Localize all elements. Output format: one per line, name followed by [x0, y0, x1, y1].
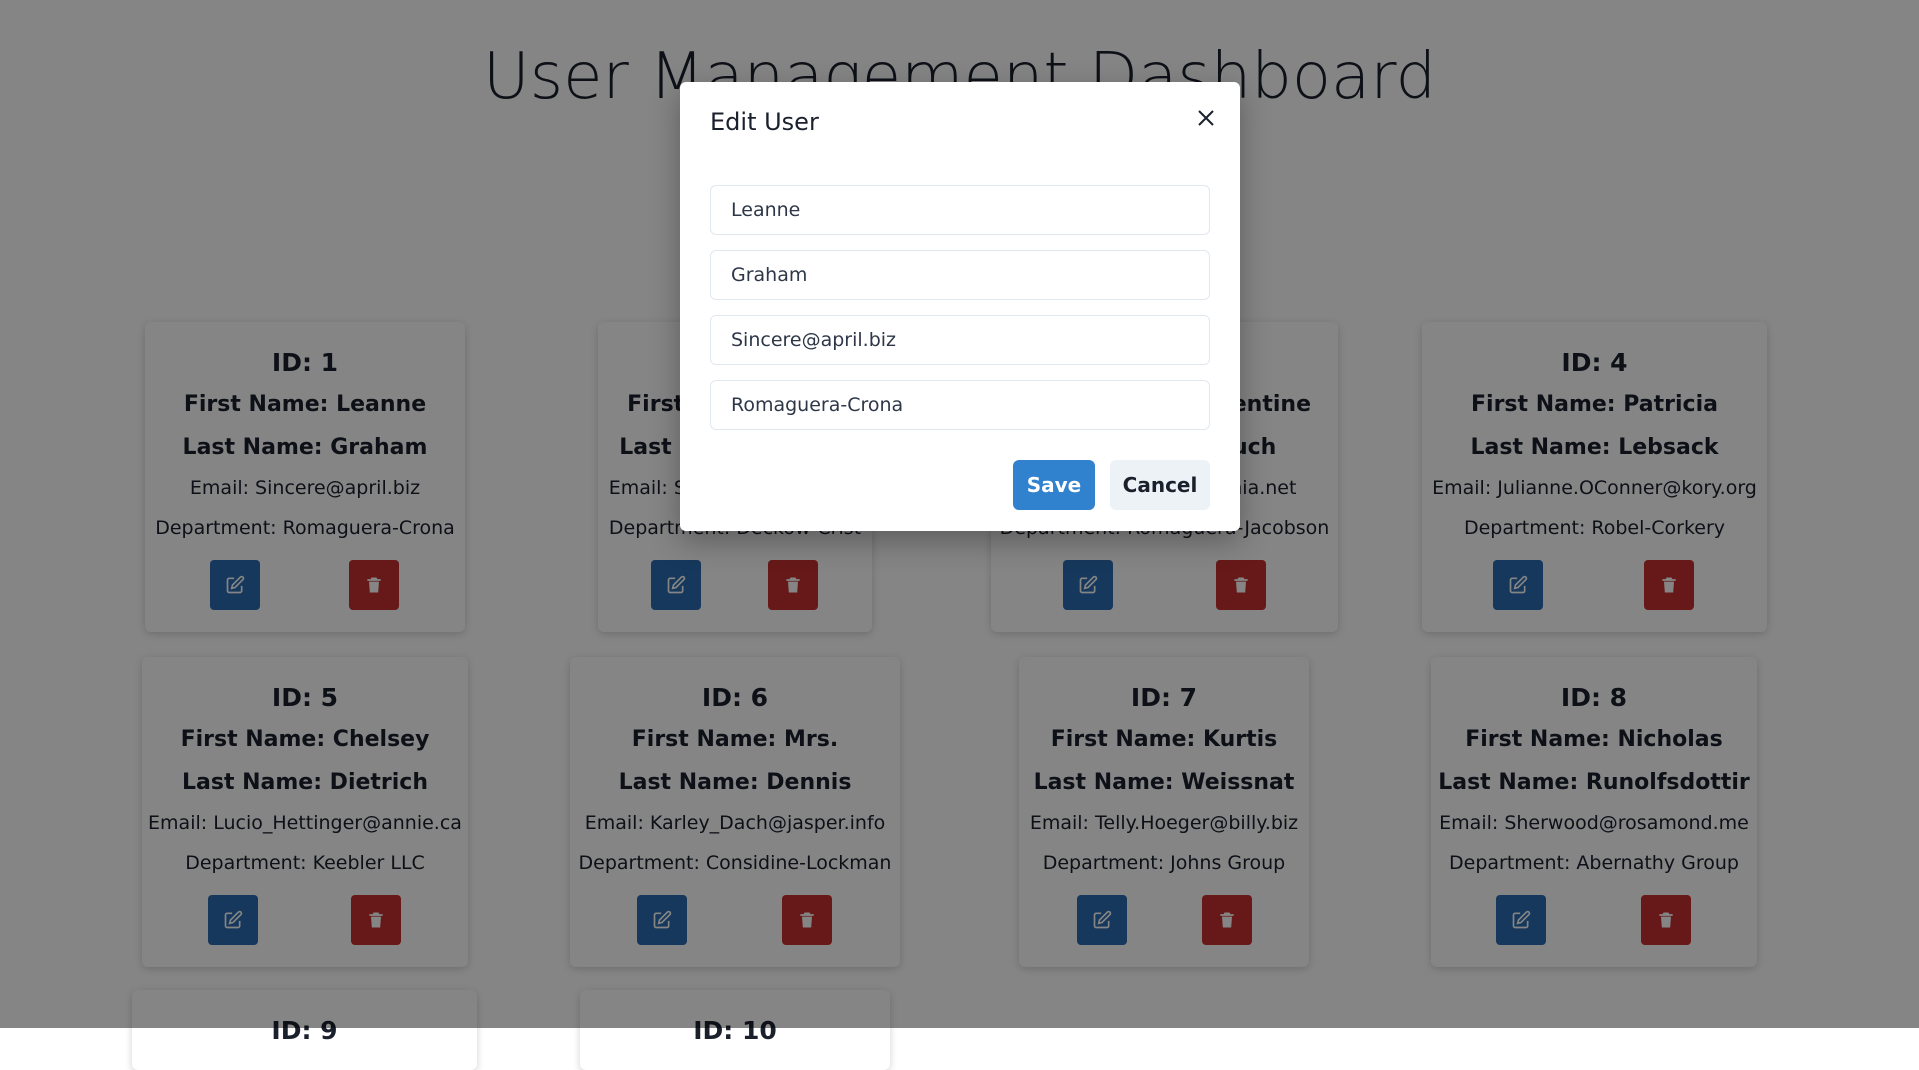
close-button[interactable] — [1190, 102, 1222, 134]
modal-title: Edit User — [710, 108, 819, 136]
close-icon — [1198, 110, 1214, 126]
department-field[interactable] — [710, 380, 1210, 430]
save-button[interactable]: Save — [1013, 460, 1095, 510]
cancel-button[interactable]: Cancel — [1110, 460, 1210, 510]
email-field[interactable] — [710, 315, 1210, 365]
first-name-field[interactable] — [710, 185, 1210, 235]
edit-user-modal: Edit User Save Cancel — [680, 82, 1240, 531]
last-name-field[interactable] — [710, 250, 1210, 300]
